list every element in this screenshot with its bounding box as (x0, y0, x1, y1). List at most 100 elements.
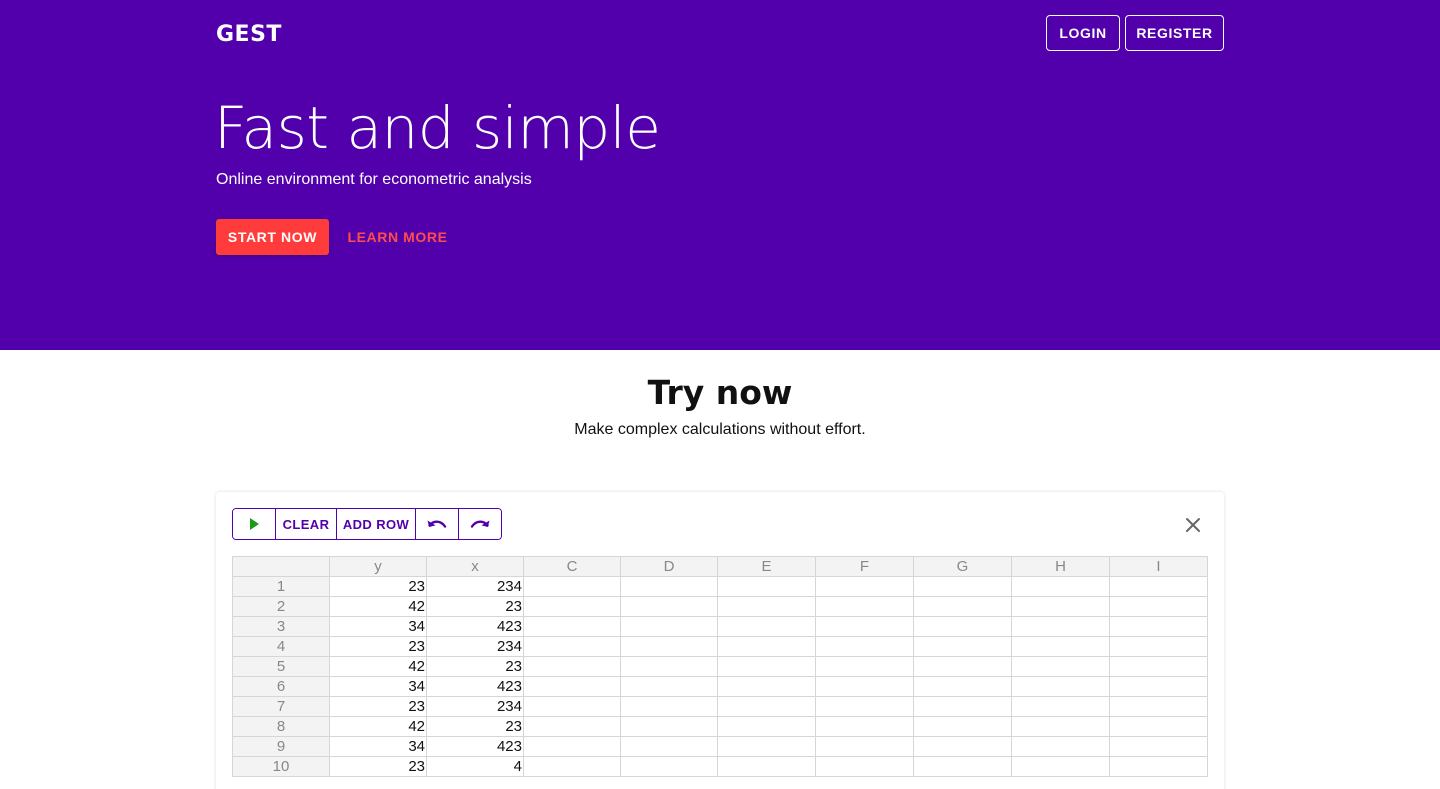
row-number[interactable]: 3 (232, 616, 330, 637)
grid-cell[interactable] (913, 716, 1012, 737)
grid-cell[interactable] (1011, 756, 1110, 777)
grid-cell[interactable] (913, 756, 1012, 777)
grid-cell[interactable]: 34 (329, 616, 427, 637)
grid-cell[interactable] (1011, 736, 1110, 757)
row-number[interactable]: 5 (232, 656, 330, 677)
grid-cell[interactable] (523, 616, 621, 637)
grid-cell[interactable] (1011, 636, 1110, 657)
grid-cell[interactable] (913, 636, 1012, 657)
grid-cell[interactable] (523, 736, 621, 757)
grid-cell[interactable] (523, 676, 621, 697)
grid-cell[interactable]: 423 (426, 676, 524, 697)
grid-cell[interactable] (913, 696, 1012, 717)
grid-cell[interactable]: 42 (329, 656, 427, 677)
grid-cell[interactable] (523, 596, 621, 617)
column-header[interactable]: G (913, 556, 1012, 577)
row-number[interactable]: 10 (232, 756, 330, 777)
grid-cell[interactable] (913, 736, 1012, 757)
grid-cell[interactable] (717, 736, 816, 757)
column-header[interactable]: C (523, 556, 621, 577)
grid-cell[interactable] (1011, 696, 1110, 717)
grid-cell[interactable] (717, 756, 816, 777)
column-header[interactable]: H (1011, 556, 1110, 577)
grid-cell[interactable] (523, 716, 621, 737)
grid-cell[interactable] (913, 576, 1012, 597)
brand-logo[interactable]: GEST (216, 22, 282, 47)
grid-cell[interactable] (717, 696, 816, 717)
grid-cell[interactable]: 42 (329, 596, 427, 617)
grid-cell[interactable] (717, 656, 816, 677)
grid-cell[interactable] (913, 616, 1012, 637)
grid-cell[interactable] (620, 676, 718, 697)
grid-cell[interactable]: 234 (426, 636, 524, 657)
grid-cell[interactable] (620, 656, 718, 677)
column-header[interactable]: x (426, 556, 524, 577)
grid-cell[interactable] (1109, 696, 1208, 717)
grid-cell[interactable]: 23 (329, 696, 427, 717)
grid-cell[interactable] (1011, 576, 1110, 597)
grid-cell[interactable]: 42 (329, 716, 427, 737)
grid-cell[interactable]: 23 (329, 756, 427, 777)
row-number[interactable]: 9 (232, 736, 330, 757)
grid-cell[interactable] (815, 756, 914, 777)
column-header[interactable]: D (620, 556, 718, 577)
column-header[interactable]: y (329, 556, 427, 577)
grid-cell[interactable] (815, 656, 914, 677)
corner-cell[interactable] (232, 556, 330, 577)
grid-cell[interactable] (1109, 576, 1208, 597)
grid-cell[interactable] (1011, 716, 1110, 737)
add-row-button[interactable]: ADD ROW (337, 509, 416, 539)
row-number[interactable]: 7 (232, 696, 330, 717)
grid-cell[interactable] (620, 596, 718, 617)
clear-button[interactable]: CLEAR (276, 509, 337, 539)
grid-cell[interactable] (717, 676, 816, 697)
redo-button[interactable] (459, 509, 501, 539)
grid-cell[interactable]: 23 (329, 576, 427, 597)
grid-cell[interactable] (717, 616, 816, 637)
grid-cell[interactable]: 34 (329, 736, 427, 757)
grid-cell[interactable] (815, 636, 914, 657)
grid-cell[interactable]: 234 (426, 696, 524, 717)
register-button[interactable]: REGISTER (1125, 15, 1224, 51)
grid-cell[interactable] (815, 716, 914, 737)
grid-cell[interactable] (1011, 676, 1110, 697)
grid-cell[interactable] (913, 596, 1012, 617)
grid-cell[interactable] (815, 596, 914, 617)
grid-cell[interactable]: 234 (426, 576, 524, 597)
undo-button[interactable] (416, 509, 459, 539)
grid-cell[interactable]: 34 (329, 676, 427, 697)
row-number[interactable]: 2 (232, 596, 330, 617)
grid-cell[interactable] (815, 736, 914, 757)
grid-cell[interactable] (523, 636, 621, 657)
column-header[interactable]: F (815, 556, 914, 577)
grid-cell[interactable] (815, 696, 914, 717)
grid-cell[interactable] (1011, 596, 1110, 617)
grid-cell[interactable] (815, 676, 914, 697)
row-number[interactable]: 8 (232, 716, 330, 737)
grid-cell[interactable]: 23 (426, 716, 524, 737)
grid-cell[interactable] (717, 716, 816, 737)
grid-cell[interactable] (1109, 596, 1208, 617)
grid-cell[interactable] (523, 756, 621, 777)
row-number[interactable]: 6 (232, 676, 330, 697)
grid-cell[interactable] (717, 636, 816, 657)
grid-cell[interactable] (1109, 756, 1208, 777)
start-now-button[interactable]: START NOW (216, 219, 329, 255)
grid-cell[interactable] (620, 576, 718, 597)
grid-cell[interactable] (1109, 716, 1208, 737)
grid-cell[interactable] (913, 656, 1012, 677)
grid-cell[interactable] (717, 596, 816, 617)
grid-cell[interactable] (523, 696, 621, 717)
grid-cell[interactable] (1109, 616, 1208, 637)
grid-cell[interactable] (620, 716, 718, 737)
grid-cell[interactable] (1109, 636, 1208, 657)
grid-cell[interactable] (913, 676, 1012, 697)
row-number[interactable]: 4 (232, 636, 330, 657)
grid-cell[interactable]: 23 (426, 596, 524, 617)
grid-cell[interactable] (1109, 736, 1208, 757)
grid-cell[interactable] (523, 576, 621, 597)
grid-cell[interactable] (1011, 656, 1110, 677)
login-button[interactable]: LOGIN (1046, 15, 1120, 51)
grid-cell[interactable] (620, 696, 718, 717)
grid-cell[interactable] (620, 616, 718, 637)
